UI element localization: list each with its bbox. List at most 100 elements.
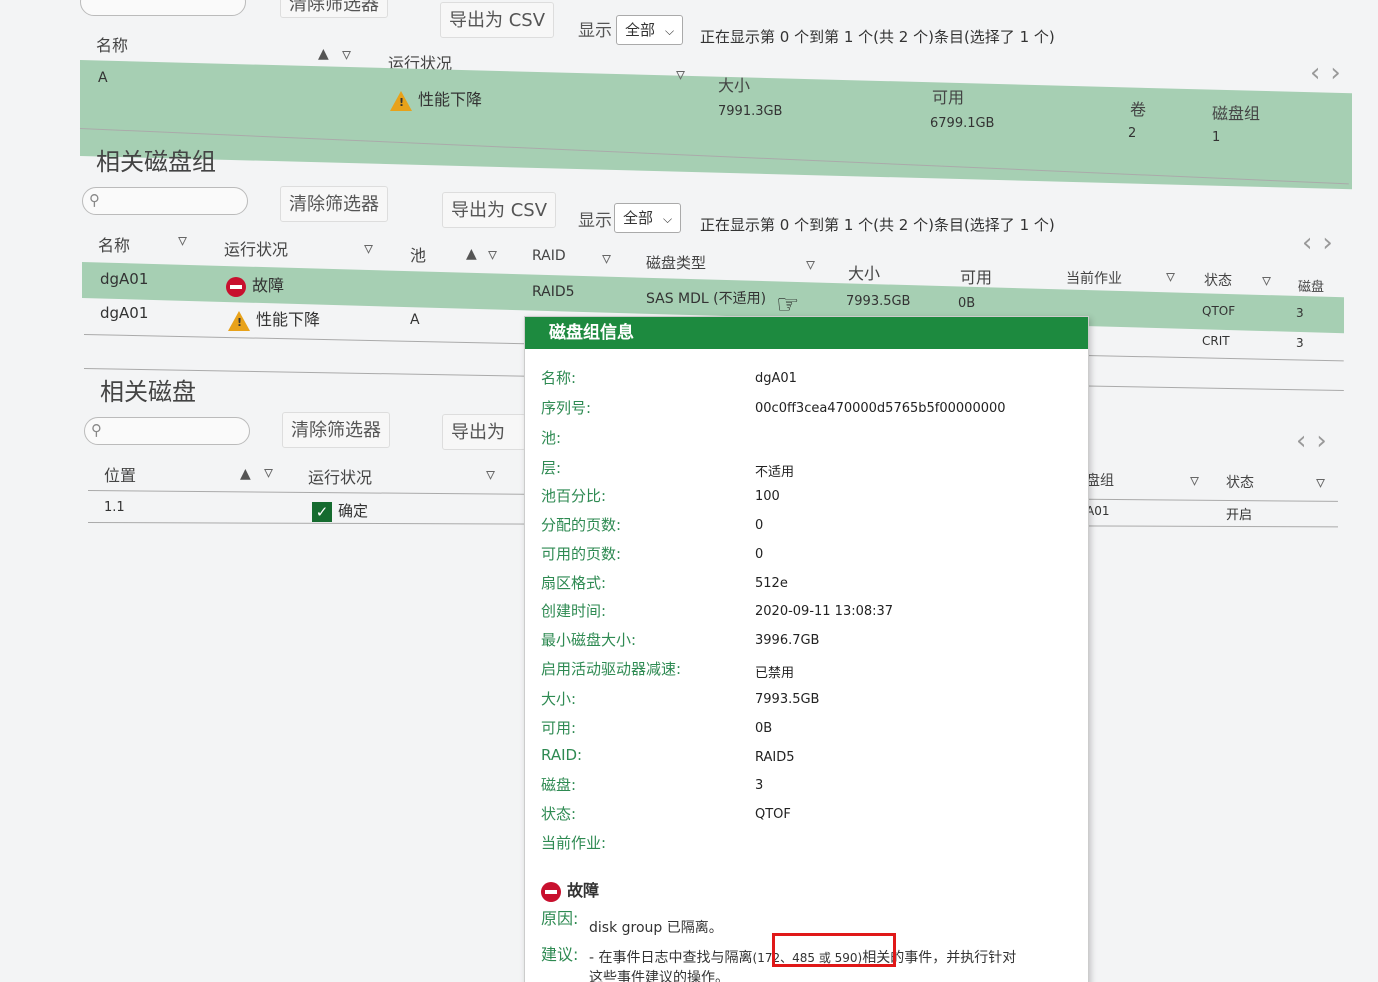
popup-field-label: 分配的页数: bbox=[541, 516, 622, 534]
diskgroups-header-raid[interactable]: RAID bbox=[532, 248, 566, 264]
popup-field-label: 状态: bbox=[541, 805, 577, 823]
popup-field-value: 3 bbox=[755, 778, 764, 793]
popup-field-label: 当前作业: bbox=[541, 834, 607, 852]
popup-field-value: 不适用 bbox=[755, 465, 795, 480]
diskgroups-row1-raid: RAID5 bbox=[532, 284, 575, 300]
disks-pagination-arrows[interactable]: ‹› bbox=[1296, 426, 1337, 456]
search-icon: ⚲ bbox=[89, 191, 100, 209]
diskgroups-row1-status-text: 故障 bbox=[252, 276, 285, 295]
popup-field-value: 7993.5GB bbox=[755, 692, 820, 707]
highlight-box bbox=[772, 933, 896, 967]
sort-asc-icon[interactable]: ▲ bbox=[240, 466, 251, 482]
filter-icon[interactable]: ▿ bbox=[806, 254, 815, 275]
popup-field-label: 扇区格式: bbox=[541, 574, 607, 592]
popup-field-label: RAID: bbox=[541, 746, 583, 764]
diskgroups-row1-status: 故障 bbox=[226, 272, 284, 297]
popup-field-label: 池: bbox=[541, 429, 562, 447]
search-icon: ⚲ bbox=[91, 421, 102, 439]
top-header-size[interactable]: 大小 bbox=[718, 72, 750, 96]
diskgroups-showing-text: 正在显示第 0 个到第 1 个(共 2 个)条目(选择了 1 个) bbox=[700, 216, 1055, 234]
diskgroups-row1-disks: 3 bbox=[1296, 306, 1304, 320]
chevron-down-icon: ⌵ bbox=[665, 24, 675, 38]
filter-icon[interactable]: ▿ bbox=[178, 230, 187, 251]
disks-search-input[interactable]: ⚲ bbox=[84, 417, 250, 445]
popup-field-value: 2020-09-11 13:08:37 bbox=[755, 604, 894, 619]
check-icon: ✓ bbox=[312, 502, 332, 522]
disks-export-csv-button[interactable]: 导出为 CS bbox=[442, 414, 526, 450]
popup-field-value: 0 bbox=[755, 547, 764, 562]
diskgroups-header-type[interactable]: 磁盘类型 bbox=[646, 252, 706, 273]
filter-icon[interactable]: ▿ bbox=[676, 64, 685, 85]
filter-icon[interactable]: ▿ bbox=[1316, 472, 1325, 493]
top-header-dg[interactable]: 磁盘组 bbox=[1212, 100, 1260, 124]
diskgroups-header-size[interactable]: 大小 bbox=[848, 260, 880, 284]
diskgroups-show-label: 显示 bbox=[578, 211, 612, 231]
disks-header-location[interactable]: 位置 bbox=[104, 462, 136, 486]
diskgroups-header-state[interactable]: 状态 bbox=[1204, 270, 1232, 290]
disks-header-dg[interactable]: 盘组 bbox=[1086, 470, 1114, 490]
top-clear-filters-button[interactable]: 清除筛选器 bbox=[280, 0, 388, 18]
chevron-down-icon: ⌵ bbox=[663, 212, 673, 226]
diskgroups-header-job[interactable]: 当前作业 bbox=[1066, 268, 1122, 288]
popup-field-value: dgA01 bbox=[755, 371, 797, 386]
popup-field-value: 0B bbox=[755, 721, 773, 736]
top-selected-row[interactable] bbox=[80, 60, 1352, 190]
top-pagination-arrows[interactable]: ‹› bbox=[1310, 58, 1351, 88]
top-search-input[interactable] bbox=[80, 0, 246, 16]
popup-field-label: 最小磁盘大小: bbox=[541, 631, 637, 649]
filter-icon[interactable]: ▿ bbox=[1262, 270, 1271, 291]
diskgroups-export-csv-button[interactable]: 导出为 CSV bbox=[442, 192, 557, 228]
popup-field-label: 层: bbox=[541, 459, 562, 477]
disks-row-dg: A01 bbox=[1086, 504, 1110, 518]
filter-icon[interactable]: ▿ bbox=[264, 462, 273, 483]
popup-field-value: 已禁用 bbox=[755, 666, 795, 681]
popup-field-value: 100 bbox=[755, 489, 780, 504]
popup-fault-label: 故障 bbox=[567, 881, 600, 900]
diskgroups-row2-status: 性能下降 bbox=[228, 306, 320, 331]
diskgroups-title: 相关磁盘组 bbox=[96, 148, 216, 176]
diskgroups-row2-disks: 3 bbox=[1296, 336, 1304, 350]
diskgroups-row1-state: QTOF bbox=[1202, 304, 1236, 318]
diskgroups-header-status[interactable]: 运行状况 bbox=[224, 236, 288, 260]
disks-row-status: ✓ 确定 bbox=[312, 500, 368, 522]
diskgroups-header-name[interactable]: 名称 bbox=[98, 232, 130, 256]
diskgroups-header-disks[interactable]: 磁盘 bbox=[1298, 276, 1324, 295]
top-header-vol[interactable]: 卷 bbox=[1130, 96, 1146, 120]
top-export-csv-button[interactable]: 导出为 CSV bbox=[440, 2, 555, 38]
sort-asc-icon[interactable]: ▲ bbox=[466, 246, 477, 262]
diskgroups-header-pool[interactable]: 池 bbox=[410, 242, 426, 266]
popup-field-value: 00c0ff3cea470000d5765b5f00000000 bbox=[755, 401, 1006, 416]
top-row-vol: 2 bbox=[1128, 126, 1137, 141]
filter-icon[interactable]: ▿ bbox=[1166, 266, 1175, 287]
filter-icon[interactable]: ▿ bbox=[1190, 470, 1199, 491]
disks-header-state[interactable]: 状态 bbox=[1226, 472, 1254, 492]
top-header-avail[interactable]: 可用 bbox=[932, 84, 964, 108]
fault-icon bbox=[541, 882, 561, 902]
popup-field-label: 可用的页数: bbox=[541, 545, 622, 563]
top-show-select[interactable]: 全部 ⌵ bbox=[616, 15, 684, 45]
diskgroups-pagination-arrows[interactable]: ‹› bbox=[1302, 228, 1343, 258]
filter-icon[interactable]: ▿ bbox=[602, 248, 611, 269]
disks-clear-filters-button[interactable]: 清除筛选器 bbox=[282, 412, 390, 448]
diskgroups-header-avail[interactable]: 可用 bbox=[960, 264, 992, 288]
diskgroups-search-input[interactable]: ⚲ bbox=[82, 187, 248, 215]
filter-icon[interactable]: ▿ bbox=[486, 464, 495, 485]
popup-field-label: 磁盘: bbox=[541, 776, 577, 794]
top-show-label: 显示 bbox=[578, 21, 612, 41]
top-header-name[interactable]: 名称 bbox=[96, 32, 128, 56]
top-row-name: A bbox=[98, 70, 108, 86]
disks-header-status[interactable]: 运行状况 bbox=[308, 464, 372, 488]
diskgroups-row2-name: dgA01 bbox=[100, 304, 149, 322]
diskgroups-row1-avail: 0B bbox=[958, 296, 976, 311]
filter-icon[interactable]: ▿ bbox=[364, 238, 373, 259]
disks-row-location: 1.1 bbox=[104, 500, 125, 515]
disks-row-status-text: 确定 bbox=[338, 502, 369, 520]
diskgroups-row2-state: CRIT bbox=[1202, 334, 1230, 348]
diskgroups-clear-filters-button[interactable]: 清除筛选器 bbox=[280, 186, 388, 222]
popup-advice-label: 建议: bbox=[541, 945, 579, 964]
filter-icon[interactable]: ▿ bbox=[342, 44, 351, 65]
filter-icon[interactable]: ▿ bbox=[488, 244, 497, 265]
sort-asc-icon[interactable]: ▲ bbox=[318, 46, 329, 62]
diskgroups-show-select[interactable]: 全部 ⌵ bbox=[614, 203, 682, 233]
popup-advice-line2: 这些事件建议的操作。 bbox=[589, 970, 729, 982]
